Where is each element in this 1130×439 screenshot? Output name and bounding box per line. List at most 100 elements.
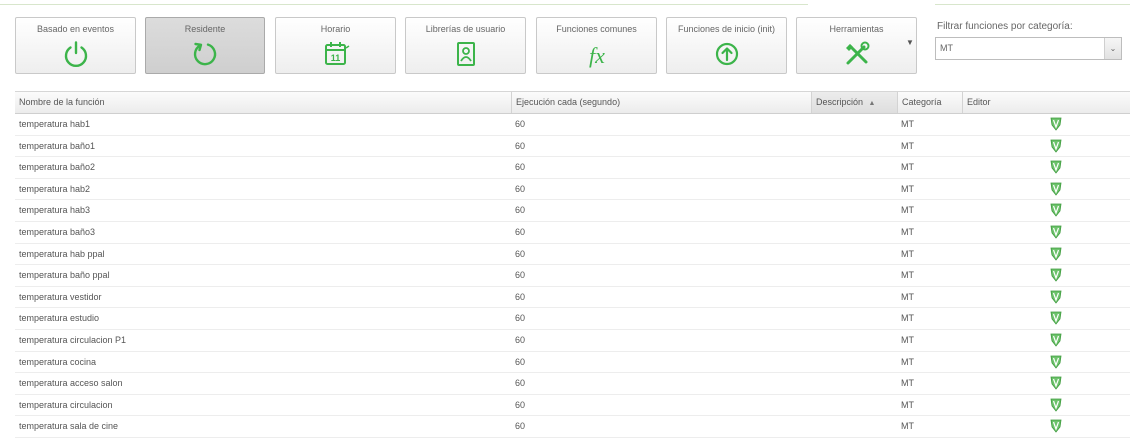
power-icon: [61, 39, 91, 69]
interval-cell: 60: [515, 421, 526, 432]
function-name-cell: temperatura baño1: [19, 140, 96, 151]
column-header-category[interactable]: Categoría: [897, 92, 962, 113]
category-cell: MT: [901, 183, 914, 194]
table-row[interactable]: temperatura acceso salon 60 MT: [15, 373, 1130, 395]
function-name-cell: temperatura baño ppal: [19, 270, 110, 281]
edit-icon[interactable]: [1050, 355, 1062, 369]
tools-dropdown-arrow-icon[interactable]: ▼: [906, 38, 914, 47]
category-cell: MT: [901, 421, 914, 432]
category-filter-label: Filtrar funciones por categoría:: [937, 21, 1073, 32]
table-row[interactable]: temperatura circulacion 60 MT: [15, 395, 1130, 417]
column-header-description[interactable]: Descripción ▲: [811, 92, 897, 113]
function-symbol: fx: [589, 43, 605, 68]
tab-common-functions-label: Funciones comunes: [556, 24, 637, 34]
edit-icon[interactable]: [1050, 333, 1062, 347]
edit-icon[interactable]: [1050, 311, 1062, 325]
function-name-cell: temperatura estudio: [19, 313, 100, 324]
category-filter-select[interactable]: MT ⌄: [935, 37, 1122, 60]
edit-icon[interactable]: [1050, 376, 1062, 390]
category-cell: MT: [901, 399, 914, 410]
toolbar: Basado en eventos Residente Horario 11 L…: [0, 0, 1130, 90]
function-name-cell: temperatura hab2: [19, 183, 91, 194]
interval-cell: 60: [515, 183, 526, 194]
table-row[interactable]: temperatura baño3 60 MT: [15, 222, 1130, 244]
edit-icon[interactable]: [1050, 247, 1062, 261]
table-row[interactable]: temperatura hab ppal 60 MT: [15, 244, 1130, 266]
column-header-editor[interactable]: Editor: [962, 92, 1130, 113]
table-row[interactable]: temperatura hab1 60 MT: [15, 114, 1130, 136]
category-cell: MT: [901, 140, 914, 151]
table-row[interactable]: temperatura estudio 60 MT: [15, 308, 1130, 330]
table-row[interactable]: temperatura circulacion P1 60 MT: [15, 330, 1130, 352]
interval-cell: 60: [515, 162, 526, 173]
edit-icon[interactable]: [1050, 290, 1062, 304]
interval-cell: 60: [515, 291, 526, 302]
tab-user-libraries-label: Librerías de usuario: [425, 24, 506, 34]
function-name-cell: temperatura hab ppal: [19, 248, 105, 259]
table-row[interactable]: temperatura baño ppal 60 MT: [15, 265, 1130, 287]
edit-icon[interactable]: [1050, 117, 1062, 131]
category-cell: MT: [901, 162, 914, 173]
function-name-cell: temperatura baño3: [19, 226, 96, 237]
table-row[interactable]: temperatura vestidor 60 MT: [15, 287, 1130, 309]
tab-common-functions-button[interactable]: Funciones comunes fx: [536, 17, 657, 74]
grid-body: temperatura hab1 60 MT temperatura baño1 60 M…: [15, 114, 1130, 438]
tab-schedule-button[interactable]: Horario 11: [275, 17, 396, 74]
table-row[interactable]: temperatura cocina 60 MT: [15, 352, 1130, 374]
tab-event-based-button[interactable]: Basado en eventos: [15, 17, 136, 74]
function-icon: fx: [582, 39, 612, 69]
grid-header: Nombre de la función Ejecución cada (seg…: [15, 91, 1130, 114]
tab-tools-button[interactable]: Herramientas: [796, 17, 917, 74]
column-header-description-label: Descripción: [816, 97, 864, 107]
function-name-cell: temperatura acceso salon: [19, 378, 123, 389]
category-cell: MT: [901, 270, 914, 281]
init-icon: [712, 39, 742, 69]
interval-cell: 60: [515, 140, 526, 151]
edit-icon[interactable]: [1050, 225, 1062, 239]
interval-cell: 60: [515, 378, 526, 389]
tab-init-functions-button[interactable]: Funciones de inicio (init): [666, 17, 787, 74]
tab-user-libraries-button[interactable]: Librerías de usuario: [405, 17, 526, 74]
library-icon: [451, 39, 481, 69]
tab-schedule-label: Horario: [320, 24, 351, 34]
category-filter-value: MT: [940, 43, 953, 53]
table-row[interactable]: temperatura hab3 60 MT: [15, 200, 1130, 222]
category-cell: MT: [901, 356, 914, 367]
category-cell: MT: [901, 291, 914, 302]
category-cell: MT: [901, 313, 914, 324]
interval-cell: 60: [515, 313, 526, 324]
tab-tools-label: Herramientas: [829, 24, 884, 34]
interval-cell: 60: [515, 334, 526, 345]
interval-cell: 60: [515, 356, 526, 367]
functions-grid: Nombre de la función Ejecución cada (seg…: [15, 91, 1130, 438]
chevron-down-icon[interactable]: ⌄: [1104, 38, 1121, 59]
tab-event-based-label: Basado en eventos: [36, 24, 115, 34]
table-row[interactable]: temperatura baño1 60 MT: [15, 136, 1130, 158]
interval-cell: 60: [515, 119, 526, 129]
function-name-cell: temperatura baño2: [19, 162, 96, 173]
interval-cell: 60: [515, 248, 526, 259]
table-row[interactable]: temperatura baño2 60 MT: [15, 157, 1130, 179]
function-name-cell: temperatura hab1: [19, 119, 91, 129]
tab-resident-label: Residente: [184, 24, 226, 34]
sort-ascending-icon: ▲: [868, 100, 876, 107]
column-header-name[interactable]: Nombre de la función: [15, 92, 511, 113]
interval-cell: 60: [515, 205, 526, 216]
edit-icon[interactable]: [1050, 419, 1062, 433]
edit-icon[interactable]: [1050, 398, 1062, 412]
edit-icon[interactable]: [1050, 182, 1062, 196]
column-header-interval[interactable]: Ejecución cada (segundo): [511, 92, 811, 113]
calendar-day-number: 11: [330, 53, 340, 63]
edit-icon[interactable]: [1050, 203, 1062, 218]
category-cell: MT: [901, 378, 914, 389]
category-cell: MT: [901, 226, 914, 237]
edit-icon[interactable]: [1050, 268, 1062, 282]
function-name-cell: temperatura circulacion: [19, 399, 113, 410]
table-row[interactable]: temperatura hab2 60 MT: [15, 179, 1130, 201]
tab-resident-button[interactable]: Residente: [145, 17, 265, 74]
edit-icon[interactable]: [1050, 160, 1062, 174]
function-name-cell: temperatura vestidor: [19, 291, 102, 302]
category-cell: MT: [901, 334, 914, 345]
table-row[interactable]: temperatura sala de cine 60 MT: [15, 416, 1130, 438]
edit-icon[interactable]: [1050, 139, 1062, 153]
